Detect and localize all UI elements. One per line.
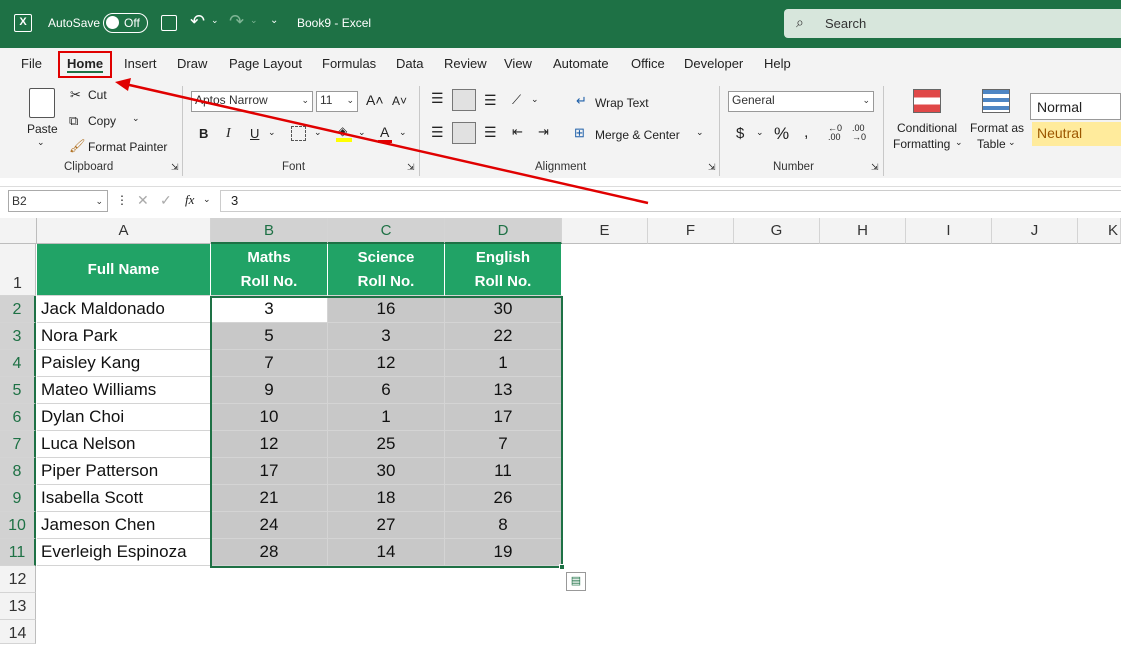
annotation-arrow — [115, 78, 649, 205]
